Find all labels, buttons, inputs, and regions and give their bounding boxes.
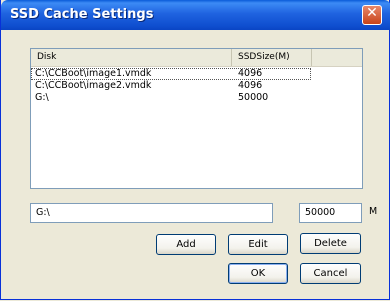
cancel-button[interactable]: Cancel [300, 263, 361, 284]
close-icon: ✕ [366, 5, 378, 21]
dialog-window: SSD Cache Settings ✕ Disk SSDSize(M) C:\… [0, 0, 390, 300]
add-button[interactable]: Add [156, 234, 216, 255]
size-cell: 4096 [238, 80, 263, 91]
disk-cell: G:\ [35, 92, 49, 103]
title-bar[interactable]: SSD Cache Settings ✕ [1, 0, 390, 30]
disk-cell: C:\CCBoot\image2.vmdk [35, 80, 152, 91]
disk-path-input[interactable]: G:\ [30, 203, 273, 223]
column-header-ssdsize[interactable]: SSDSize(M) [232, 49, 312, 66]
column-header-disk[interactable]: Disk [31, 49, 232, 66]
list-item[interactable]: C:\CCBoot\image1.vmdk 4096 [31, 68, 311, 80]
window-title: SSD Cache Settings [10, 7, 154, 22]
list-item[interactable]: G:\ 50000 [31, 92, 362, 104]
disk-cell: C:\CCBoot\image1.vmdk [35, 68, 152, 79]
ok-button[interactable]: OK [228, 263, 288, 284]
list-item[interactable]: C:\CCBoot\image2.vmdk 4096 [31, 80, 362, 92]
ssd-size-input[interactable]: 50000 [299, 203, 362, 223]
list-header: Disk SSDSize(M) [31, 49, 362, 67]
edit-button[interactable]: Edit [228, 234, 288, 255]
size-unit-label: M [369, 206, 378, 217]
size-cell: 4096 [238, 68, 263, 79]
list-rows: C:\CCBoot\image1.vmdk 4096 C:\CCBoot\ima… [31, 68, 362, 104]
delete-button[interactable]: Delete [300, 233, 361, 254]
disk-list[interactable]: Disk SSDSize(M) C:\CCBoot\image1.vmdk 40… [30, 48, 363, 189]
size-cell: 50000 [238, 92, 269, 103]
close-button[interactable]: ✕ [362, 5, 382, 25]
